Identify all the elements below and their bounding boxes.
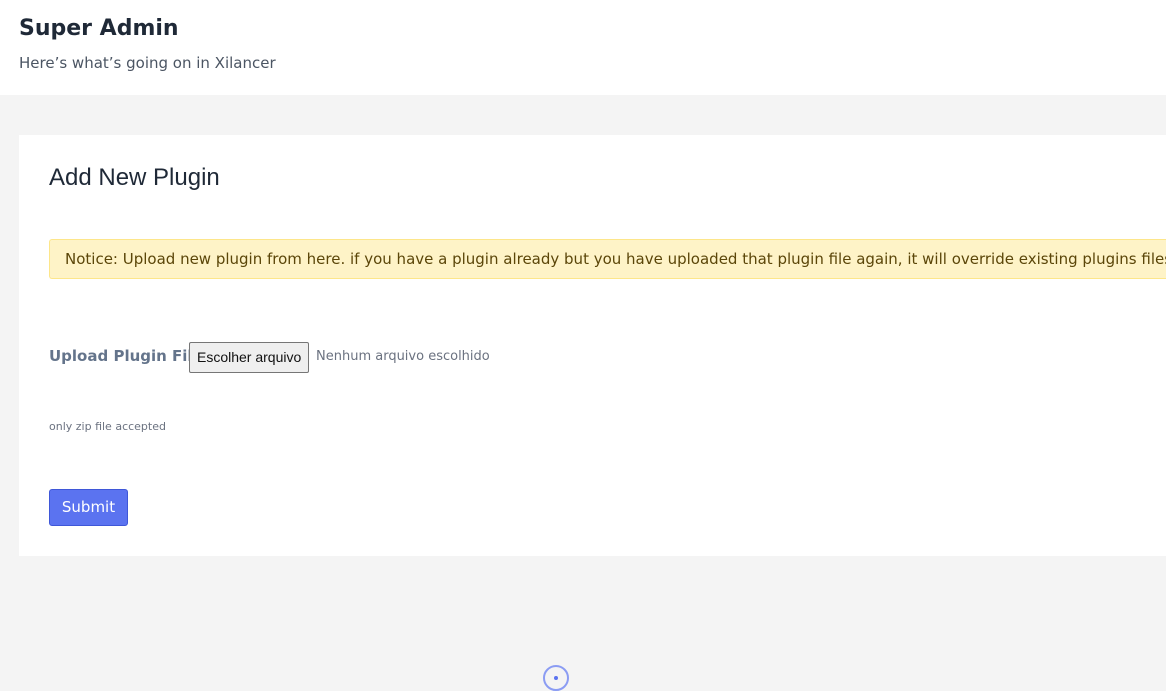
- page-header: Super Admin Here’s what’s going on in Xi…: [0, 0, 1166, 95]
- choose-file-button[interactable]: Escolher arquivo: [189, 342, 310, 373]
- file-help-text: only zip file accepted: [49, 420, 166, 433]
- loader-dot: [554, 676, 558, 680]
- file-status-text: Nenhum arquivo escolhido: [316, 349, 490, 364]
- page-subtitle: Here’s what’s going on in Xilancer: [19, 54, 276, 72]
- notice-alert: Notice: Upload new plugin from here. if …: [49, 239, 1166, 279]
- page-title: Super Admin: [19, 16, 179, 41]
- upload-plugin-label: Upload Plugin File: [49, 347, 203, 365]
- submit-button[interactable]: Submit: [49, 489, 128, 526]
- loader-icon: [543, 665, 569, 691]
- card-title: Add New Plugin: [49, 164, 220, 191]
- add-plugin-card: Add New Plugin Notice: Upload new plugin…: [19, 135, 1166, 556]
